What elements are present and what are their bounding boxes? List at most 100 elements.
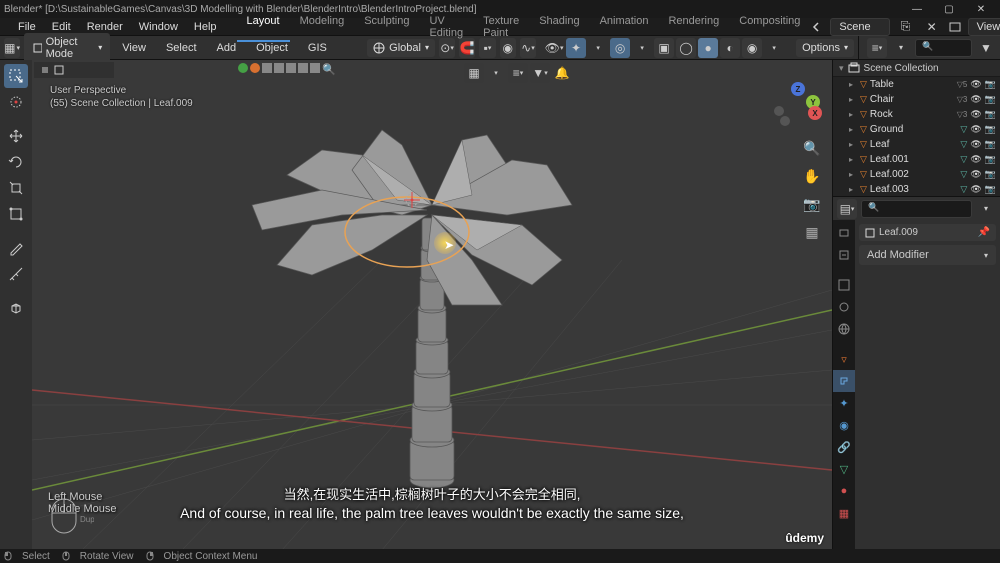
scene-name-field[interactable]: Scene bbox=[830, 18, 889, 36]
viewlayer-icon[interactable] bbox=[948, 20, 962, 34]
proptab-render[interactable] bbox=[833, 222, 855, 244]
tab-layout[interactable]: Layout bbox=[237, 12, 290, 42]
xray-toggle-icon[interactable]: ▣ bbox=[654, 38, 674, 58]
shading-dropdown-icon[interactable]: ▾ bbox=[764, 38, 784, 58]
proptab-object[interactable]: ▿ bbox=[833, 348, 855, 370]
disable-render-icon[interactable]: 📷 bbox=[985, 79, 996, 90]
proptab-scene[interactable] bbox=[833, 296, 855, 318]
tool-rotate[interactable] bbox=[4, 150, 28, 174]
scene-new-icon[interactable]: ⎘ bbox=[896, 17, 916, 37]
menu-help[interactable]: Help bbox=[186, 19, 225, 35]
props-editor-type-icon[interactable]: ▤▾ bbox=[837, 199, 857, 219]
pan-icon[interactable]: ✋ bbox=[802, 166, 822, 186]
axis-x-icon[interactable]: X bbox=[808, 106, 822, 120]
nav-gizmo[interactable]: Z Y X bbox=[774, 82, 822, 130]
outliner-item-chair[interactable]: ▸▽Chair▽3👁📷 bbox=[833, 92, 1000, 107]
snap-mode-icon[interactable]: ▪▾ bbox=[479, 38, 495, 58]
camera-view-icon[interactable]: 📷 bbox=[802, 194, 822, 214]
disable-render-icon[interactable]: 📷 bbox=[985, 169, 996, 180]
zoom-icon[interactable]: 🔍 bbox=[802, 138, 822, 158]
maximize-button[interactable]: ▢ bbox=[934, 1, 964, 17]
proptab-output[interactable] bbox=[833, 244, 855, 266]
shading-rendered-icon[interactable]: ◉ bbox=[742, 38, 762, 58]
tab-modeling[interactable]: Modeling bbox=[290, 12, 355, 42]
outliner-item-leaf-002[interactable]: ▸▽Leaf.002▽👁📷 bbox=[833, 167, 1000, 182]
visibility-eye-icon[interactable]: 👁 bbox=[970, 139, 981, 150]
outliner-filter-icon[interactable]: ▼ bbox=[976, 38, 996, 58]
tab-sculpting[interactable]: Sculpting bbox=[354, 12, 419, 42]
outliner[interactable]: ▾ Scene Collection ▸▽Table▽5👁📷▸▽Chair▽3👁… bbox=[833, 60, 1000, 196]
view-menu[interactable]: View bbox=[114, 40, 154, 56]
proptab-modifiers[interactable] bbox=[833, 370, 855, 392]
pivot-point-icon[interactable]: ⊙▾ bbox=[439, 38, 455, 58]
tool-annotate[interactable] bbox=[4, 236, 28, 260]
outliner-item-leaf-001[interactable]: ▸▽Leaf.001▽👁📷 bbox=[833, 152, 1000, 167]
visibility-eye-icon[interactable]: 👁 bbox=[970, 124, 981, 135]
tool-select-box[interactable] bbox=[4, 64, 28, 88]
outliner-search-input[interactable]: 🔍 bbox=[915, 39, 972, 57]
back-scene-icon[interactable] bbox=[810, 20, 824, 34]
options-button[interactable]: Options ▾ bbox=[796, 39, 854, 57]
proptab-constraints[interactable]: 🔗 bbox=[833, 436, 855, 458]
viewlayer-name-field[interactable]: ViewLayer bbox=[968, 18, 1000, 36]
gis-menu[interactable]: GIS bbox=[300, 40, 335, 56]
proptab-data[interactable]: ▽ bbox=[833, 458, 855, 480]
visibility-filter-icon[interactable]: 👁▾ bbox=[544, 38, 564, 58]
add-modifier-button[interactable]: Add Modifier ▾ bbox=[859, 245, 996, 265]
props-options-icon[interactable]: ▾ bbox=[976, 199, 996, 219]
select-menu[interactable]: Select bbox=[158, 40, 205, 56]
visibility-eye-icon[interactable]: 👁 bbox=[970, 94, 981, 105]
proptab-material[interactable]: ● bbox=[833, 480, 855, 502]
tool-move[interactable] bbox=[4, 124, 28, 148]
editor-type-icon[interactable]: ▦▾ bbox=[4, 38, 20, 58]
visibility-eye-icon[interactable]: 👁 bbox=[970, 154, 981, 165]
visibility-eye-icon[interactable]: 👁 bbox=[970, 109, 981, 120]
proptab-particles[interactable]: ✦ bbox=[833, 392, 855, 414]
proptab-physics[interactable]: ◉ bbox=[833, 414, 855, 436]
object-menu[interactable]: Object bbox=[248, 40, 296, 56]
proptab-world[interactable] bbox=[833, 318, 855, 340]
tool-transform[interactable] bbox=[4, 202, 28, 226]
disable-render-icon[interactable]: 📷 bbox=[985, 184, 996, 195]
props-search-input[interactable]: 🔍 bbox=[861, 200, 972, 218]
outliner-dropdown-icon[interactable]: ▾ bbox=[891, 38, 911, 58]
axis-neg2-icon[interactable] bbox=[774, 106, 784, 116]
proptab-viewlayer[interactable] bbox=[833, 274, 855, 296]
disable-render-icon[interactable]: 📷 bbox=[985, 139, 996, 150]
disable-render-icon[interactable]: 📷 bbox=[985, 109, 996, 120]
add-menu[interactable]: Add bbox=[209, 40, 245, 56]
visibility-eye-icon[interactable]: 👁 bbox=[970, 169, 981, 180]
snap-toggle-icon[interactable]: 🧲 bbox=[459, 38, 475, 58]
visibility-eye-icon[interactable]: 👁 bbox=[970, 184, 981, 195]
perspective-toggle-icon[interactable]: ▦ bbox=[802, 222, 822, 242]
overlay-toggle-icon[interactable]: ◎ bbox=[610, 38, 630, 58]
gizmo-dropdown-icon[interactable]: ▾ bbox=[588, 38, 608, 58]
outliner-item-ground[interactable]: ▸▽Ground▽👁📷 bbox=[833, 122, 1000, 137]
outliner-item-rock[interactable]: ▸▽Rock▽3👁📷 bbox=[833, 107, 1000, 122]
3d-viewport[interactable]: 🔍 ▦ ▾ ≡▾ ▼▾ 🔔 bbox=[32, 60, 832, 549]
proportional-edit-icon[interactable]: ◉ bbox=[500, 38, 516, 58]
tool-cursor[interactable] bbox=[4, 90, 28, 114]
tool-scale[interactable] bbox=[4, 176, 28, 200]
overlay-dropdown-icon[interactable]: ▾ bbox=[632, 38, 652, 58]
outliner-item-leaf-003[interactable]: ▸▽Leaf.003▽👁📷 bbox=[833, 182, 1000, 196]
shading-matprev-icon[interactable]: ◐ bbox=[720, 38, 740, 58]
scene-delete-icon[interactable]: ✕ bbox=[922, 17, 942, 37]
outliner-scene-collection[interactable]: ▾ Scene Collection bbox=[833, 60, 1000, 77]
axis-neg-icon[interactable] bbox=[780, 116, 790, 126]
disable-render-icon[interactable]: 📷 bbox=[985, 154, 996, 165]
mode-selector[interactable]: Object Mode ▾ bbox=[24, 33, 110, 63]
menu-window[interactable]: Window bbox=[131, 19, 186, 35]
proportional-falloff-icon[interactable]: ∿▾ bbox=[520, 38, 536, 58]
outliner-display-mode-icon[interactable]: ≡▾ bbox=[867, 38, 887, 58]
proptab-texture[interactable]: ▦ bbox=[833, 502, 855, 524]
outliner-item-leaf[interactable]: ▸▽Leaf▽👁📷 bbox=[833, 137, 1000, 152]
disable-render-icon[interactable]: 📷 bbox=[985, 94, 996, 105]
shading-solid-icon[interactable]: ● bbox=[698, 38, 718, 58]
shading-wireframe-icon[interactable]: ◯ bbox=[676, 38, 696, 58]
close-button[interactable]: ✕ bbox=[966, 1, 996, 17]
visibility-eye-icon[interactable]: 👁 bbox=[970, 79, 981, 90]
tool-measure[interactable] bbox=[4, 262, 28, 286]
minimize-button[interactable]: — bbox=[902, 1, 932, 17]
gizmo-toggle-icon[interactable]: ✦ bbox=[566, 38, 586, 58]
